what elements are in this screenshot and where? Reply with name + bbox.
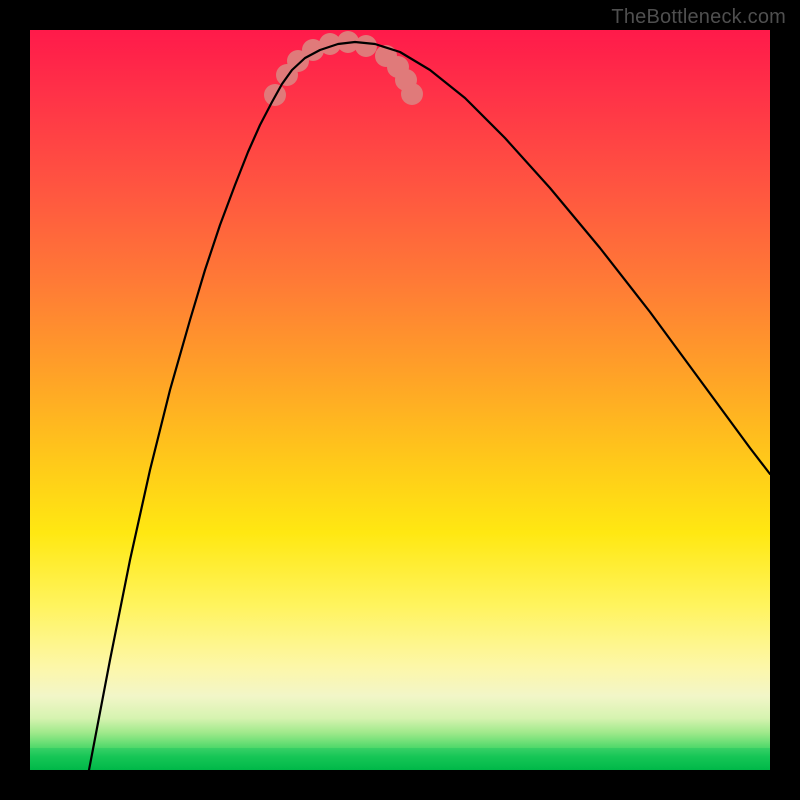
curve-marker: [401, 83, 423, 105]
curve-marker: [355, 35, 377, 57]
watermark-text: TheBottleneck.com: [611, 6, 786, 29]
plot-area: [30, 30, 770, 770]
chart-svg: [30, 30, 770, 770]
chart-frame: TheBottleneck.com: [0, 0, 800, 800]
bottleneck-curve: [89, 42, 770, 770]
